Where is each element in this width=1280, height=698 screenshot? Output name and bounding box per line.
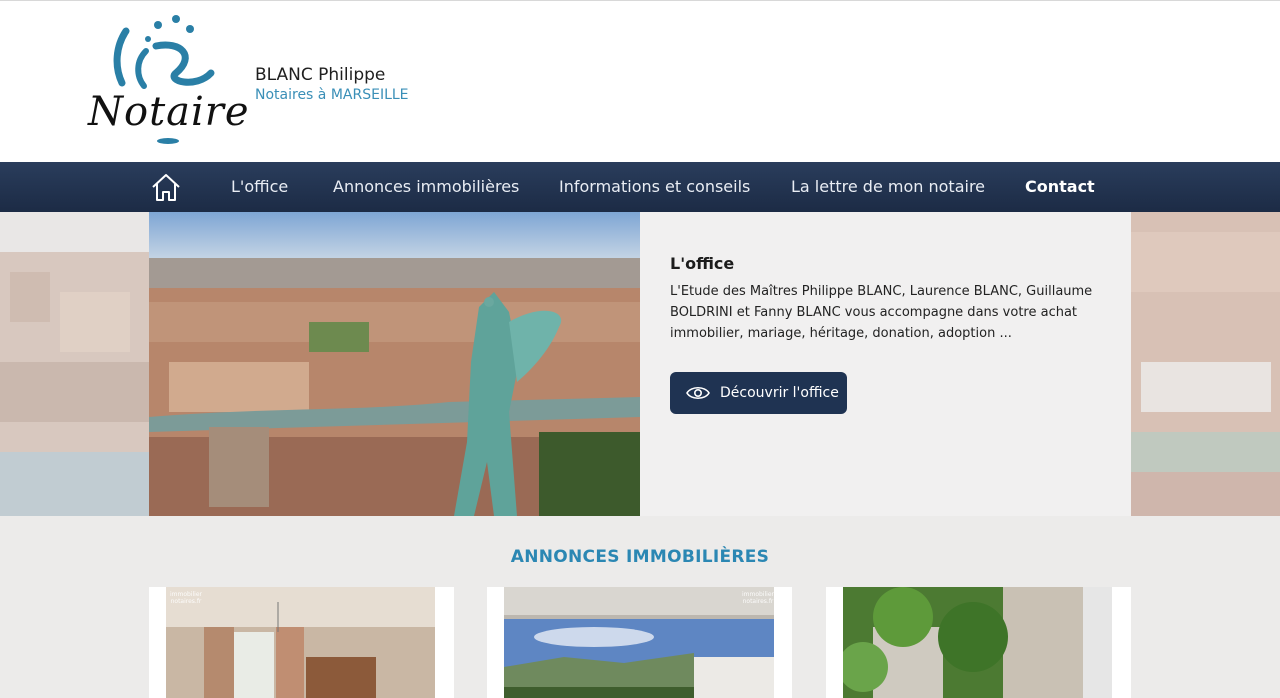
hero-side-wash xyxy=(0,212,149,516)
home-icon xyxy=(152,174,180,201)
listing-photo-view: immobilier notaires.fr xyxy=(504,587,774,698)
site-header: Notaire BLANC Philippe Notaires à MARSEI… xyxy=(0,0,1280,162)
listing-watermark: immobilier notaires.fr xyxy=(170,591,202,605)
listing-photo-interior: immobilier notaires.fr xyxy=(166,587,435,698)
discover-office-button[interactable]: Découvrir l'office xyxy=(670,372,847,414)
hero-side-wash xyxy=(1131,212,1280,516)
balcony-view-photo xyxy=(504,587,774,698)
hero-photo-lyon xyxy=(149,212,640,516)
hero-description: L'Etude des Maîtres Philippe BLANC, Laur… xyxy=(670,284,1093,341)
logo-underline-icon xyxy=(157,138,179,144)
hero-panel: L'office L'Etude des Maîtres Philippe BL… xyxy=(640,212,1131,516)
listings-section: ANNONCES IMMOBILIÈRES immobilier notaires… xyxy=(0,516,1280,698)
nav-item-lettre[interactable]: La lettre de mon notaire xyxy=(791,177,985,196)
logo-emblem-icon xyxy=(113,15,215,89)
eye-icon xyxy=(686,386,710,400)
hero-section: L'office L'Etude des Maîtres Philippe BL… xyxy=(0,212,1280,516)
hero-side-image-left xyxy=(0,212,149,516)
garden-photo xyxy=(843,587,1112,698)
firm-identity: BLANC Philippe Notaires à MARSEILLE xyxy=(255,65,409,103)
listing-card[interactable] xyxy=(826,587,1131,698)
listings-title: ANNONCES IMMOBILIÈRES xyxy=(510,547,770,567)
listing-card[interactable]: immobilier notaires.fr xyxy=(149,587,454,698)
main-nav: L'office Annonces immobilières Informati… xyxy=(0,162,1280,212)
firm-name: BLANC Philippe xyxy=(255,65,386,85)
listing-photo-garden xyxy=(843,587,1112,698)
listing-watermark: immobilier notaires.fr xyxy=(742,591,774,605)
hero-side-image-right xyxy=(1131,212,1280,516)
nav-item-annonces[interactable]: Annonces immobilières xyxy=(333,177,519,196)
hero-title: L'office xyxy=(670,254,735,273)
nav-item-office[interactable]: L'office xyxy=(231,177,288,196)
discover-office-label: Découvrir l'office xyxy=(720,385,839,401)
nav-home[interactable] xyxy=(150,172,182,202)
nav-item-informations[interactable]: Informations et conseils xyxy=(559,177,750,196)
notaire-logo[interactable]: Notaire xyxy=(86,11,249,149)
city-angel-photo xyxy=(149,212,640,516)
logo-text: Notaire xyxy=(88,89,250,135)
interior-photo xyxy=(166,587,435,698)
firm-subtitle: Notaires à MARSEILLE xyxy=(255,87,409,103)
listing-card[interactable]: immobilier notaires.fr xyxy=(487,587,792,698)
nav-item-contact[interactable]: Contact xyxy=(1025,177,1095,196)
